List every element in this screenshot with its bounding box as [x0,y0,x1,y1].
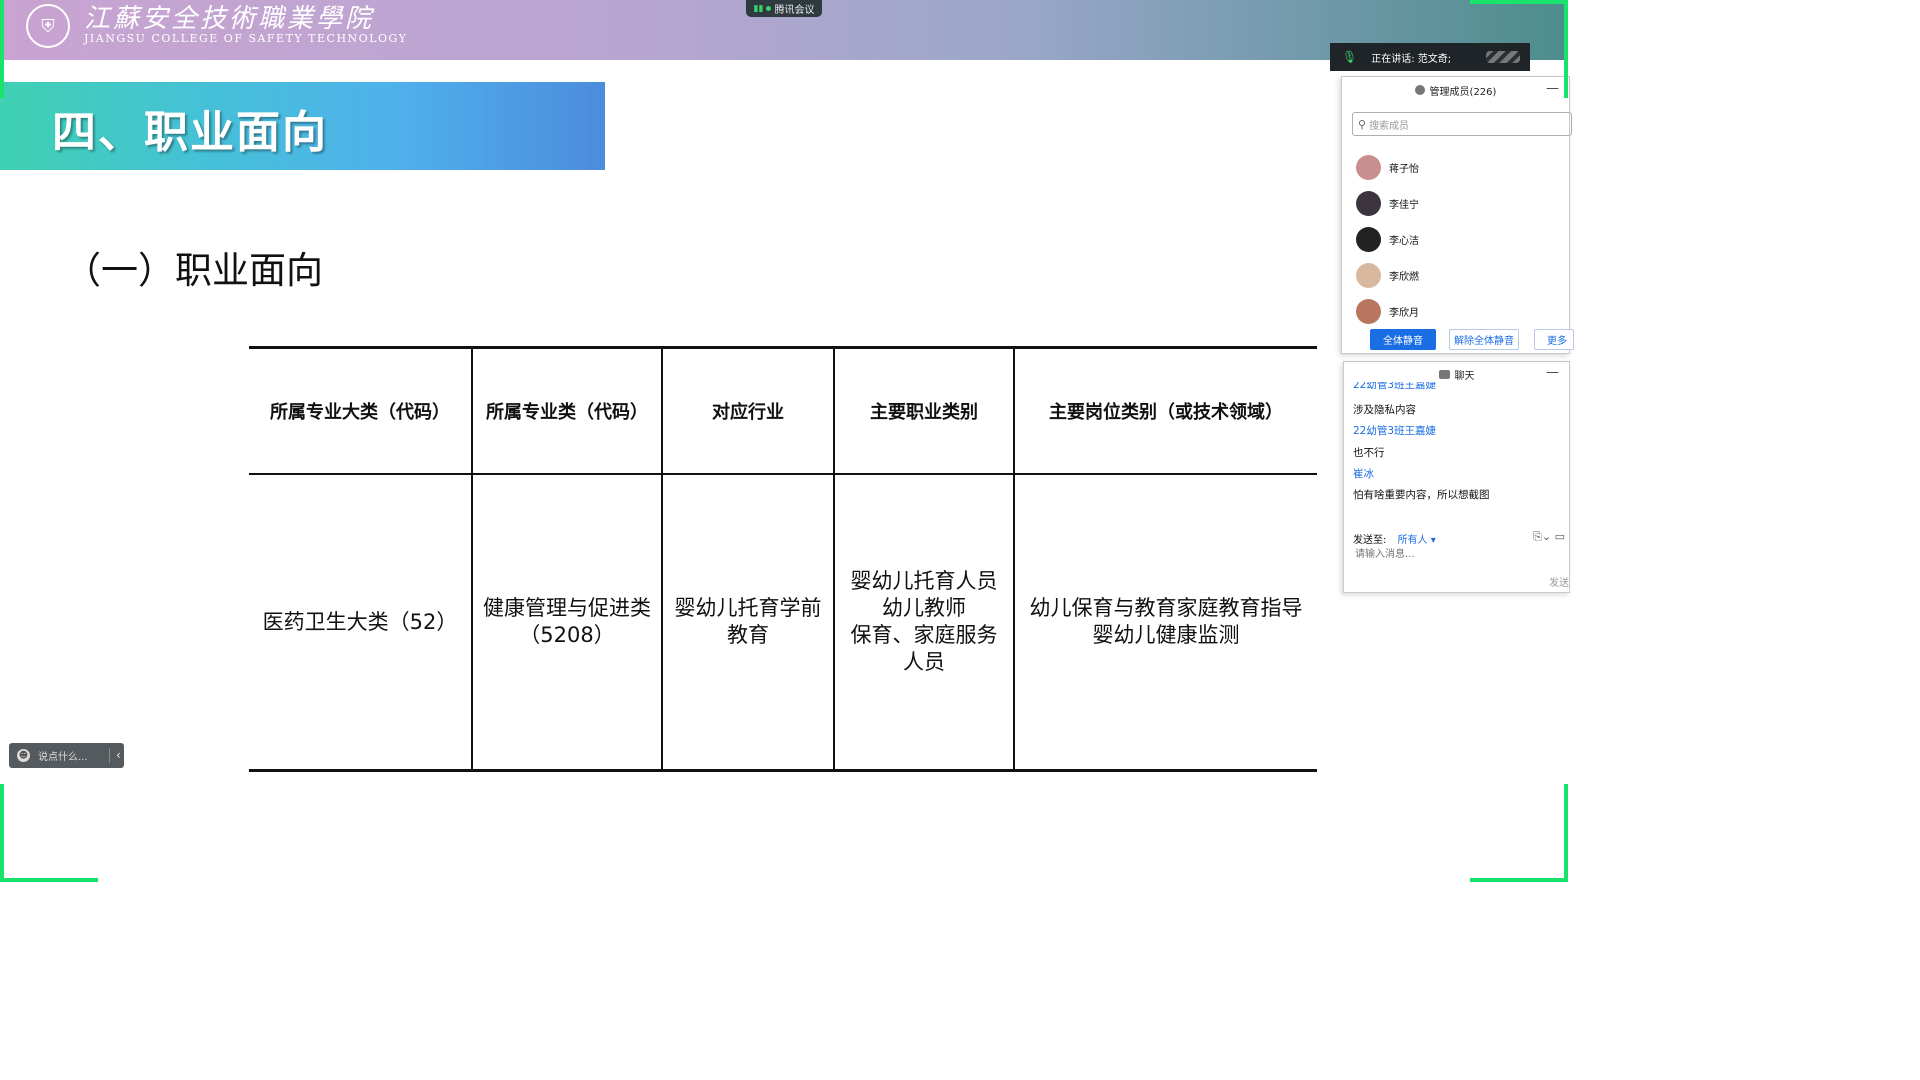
avatar [1356,154,1381,180]
slide-subtitle: （一）职业面向 [64,249,323,292]
cell-line: 婴幼儿托育学前 [674,596,822,620]
header-cell: 主要岗位类别（或技术领域） [1013,346,1317,475]
header-cell: 主要职业类别 [833,346,1015,475]
cell-line: 人员 [903,650,945,674]
cell-line: 幼儿教师 [882,596,966,620]
table-header-row: 所属专业大类（代码） 所属专业类（代码） 对应行业 主要职业类别 主要岗位类别（… [249,346,1317,475]
cell-line: 婴幼儿托育人员 [850,569,998,593]
meeting-app-badge[interactable]: ▮▮ 腾讯会议 [746,0,822,17]
chat-message: 怕有啥重要内容，所以想截图 [1353,489,1490,501]
member-item[interactable]: 李欣燃 [1356,262,1419,288]
section-title-bar: 四、职业面向 [0,82,605,170]
header-cell: 对应行业 [661,346,835,475]
send-to-label: 发送至: [1353,535,1387,546]
avatar [1356,298,1381,324]
school-name-cn: 江蘇安全技術職業學院 [84,4,375,34]
speaker-video-thumbnail[interactable] [1486,51,1520,63]
unmute-all-button[interactable]: 解除全体静音 [1449,329,1519,350]
member-item[interactable]: 李欣月 [1356,298,1419,324]
minimize-icon[interactable]: — [1546,81,1559,96]
send-to-row: 发送至: 所有人 ▾ [1353,531,1436,546]
cell-line: 医药卫生大类（52） [262,609,458,634]
chat-bubble-icon [1438,369,1450,379]
comment-placeholder: 说点什么... [38,752,88,763]
person-icon [1414,85,1425,95]
section-title: 四、职业面向 [52,107,328,158]
chat-panel: 聊天 — 22幼管3班王嘉婕 涉及隐私内容 22幼管3班王嘉婕 也不行 崔冰 怕… [1343,361,1570,593]
members-actions: 全体静音 解除全体静音 更多 [1342,327,1574,353]
member-item[interactable]: 李心洁 [1356,226,1419,252]
member-name: 李欣燃 [1389,271,1419,283]
status-dot-icon [766,6,772,11]
microphone-icon: 🎙 [1342,50,1358,64]
cell-line: （5208） [519,623,615,647]
divider [109,748,110,763]
cell-line: 婴幼儿健康监测 [1092,623,1240,647]
avatar [1356,190,1381,216]
share-frame-corner [0,878,98,882]
chat-input[interactable] [1353,548,1537,561]
chat-message: 涉及隐私内容 [1353,404,1416,416]
search-members-placeholder: 搜索成员 [1369,120,1410,132]
minimize-icon[interactable]: — [1546,365,1559,380]
chat-sender: 22幼管3班王嘉婕 [1353,425,1437,437]
screenshot-icon[interactable]: ⎘ [1533,530,1542,543]
emoji-icon[interactable]: ☻ [17,749,30,762]
table-cell: 健康管理与促进类 （5208） [471,474,663,772]
dropdown-arrow-icon: ▾ [1430,535,1436,546]
speaking-label: 正在讲话: 范文奇; [1371,53,1452,65]
header-cell: 所属专业大类（代码） [249,346,473,475]
member-item[interactable]: 蒋子怡 [1356,154,1419,180]
header-cell: 所属专业类（代码） [471,346,663,475]
table-cell: 幼儿保育与教育家庭教育指导 婴幼儿健康监测 [1013,474,1317,772]
table-row: 医药卫生大类（52） 健康管理与促进类 （5208） 婴幼儿托育学前 教育 婴幼… [249,474,1317,772]
speaking-indicator: 🎙 正在讲话: 范文奇; [1330,43,1530,71]
mute-all-button[interactable]: 全体静音 [1370,329,1436,350]
search-icon: ⚲ [1358,117,1367,131]
share-frame-corner [1564,784,1568,882]
avatar [1356,262,1381,288]
members-panel: 管理成员(226) — ⚲ 搜索成员 蒋子怡 李佳宁 李心洁 李欣燃 李欣月 全… [1341,76,1574,354]
comment-bar[interactable]: ☻ 说点什么... ‹ [9,743,124,768]
member-name: 蒋子怡 [1389,163,1419,175]
search-members-field[interactable]: ⚲ 搜索成员 [1352,112,1572,136]
share-frame-corner [1470,878,1568,882]
career-table: 所属专业大类（代码） 所属专业类（代码） 对应行业 主要职业类别 主要岗位类别（… [249,346,1317,772]
cell-line: 健康管理与促进类 [483,596,651,620]
cell-line: 保育、家庭服务 [850,623,998,647]
chat-panel-title: 聊天 [1454,370,1475,382]
share-frame-corner [0,0,4,98]
send-button[interactable]: 发送 [1549,574,1569,589]
send-to-value: 所有人 [1397,535,1428,546]
signal-icon: ▮▮ [753,3,764,14]
share-frame-corner [1564,0,1568,98]
file-icon[interactable]: ▭ [1555,530,1565,543]
chat-sender: 22幼管3班王嘉婕 [1353,382,1437,391]
school-name-en: JIANGSU COLLEGE OF SAFETY TECHNOLOGY [84,32,408,45]
table-cell: 婴幼儿托育学前 教育 [661,474,835,772]
member-name: 李心洁 [1389,235,1419,247]
send-to-dropdown[interactable]: 所有人 ▾ [1398,535,1436,546]
member-name: 李佳宁 [1389,199,1419,211]
table-cell: 婴幼儿托育人员 幼儿教师 保育、家庭服务 人员 [833,474,1015,772]
table-cell: 医药卫生大类（52） [249,474,473,772]
chat-sender: 崔冰 [1353,468,1374,480]
cell-line: 教育 [727,623,769,647]
chevron-left-icon[interactable]: ‹ [116,748,121,762]
more-button[interactable]: 更多 [1534,329,1574,350]
chat-message: 也不行 [1353,447,1385,459]
school-seal-icon: ⛨ [26,4,70,48]
share-frame-corner [1470,0,1568,4]
member-item[interactable]: 李佳宁 [1356,190,1419,216]
avatar [1356,226,1381,252]
chevron-down-icon[interactable]: ⌄ [1542,530,1551,543]
cell-line: 幼儿保育与教育家庭教育指导 [1029,596,1303,620]
meeting-app-label: 腾讯会议 [774,5,815,16]
members-panel-header: 管理成员(226) — [1342,77,1569,103]
members-panel-title: 管理成员(226) [1429,86,1497,98]
chat-tools: ⎘⌄ ▭ [1533,530,1565,544]
share-frame-corner [0,784,4,882]
member-name: 李欣月 [1389,307,1419,319]
